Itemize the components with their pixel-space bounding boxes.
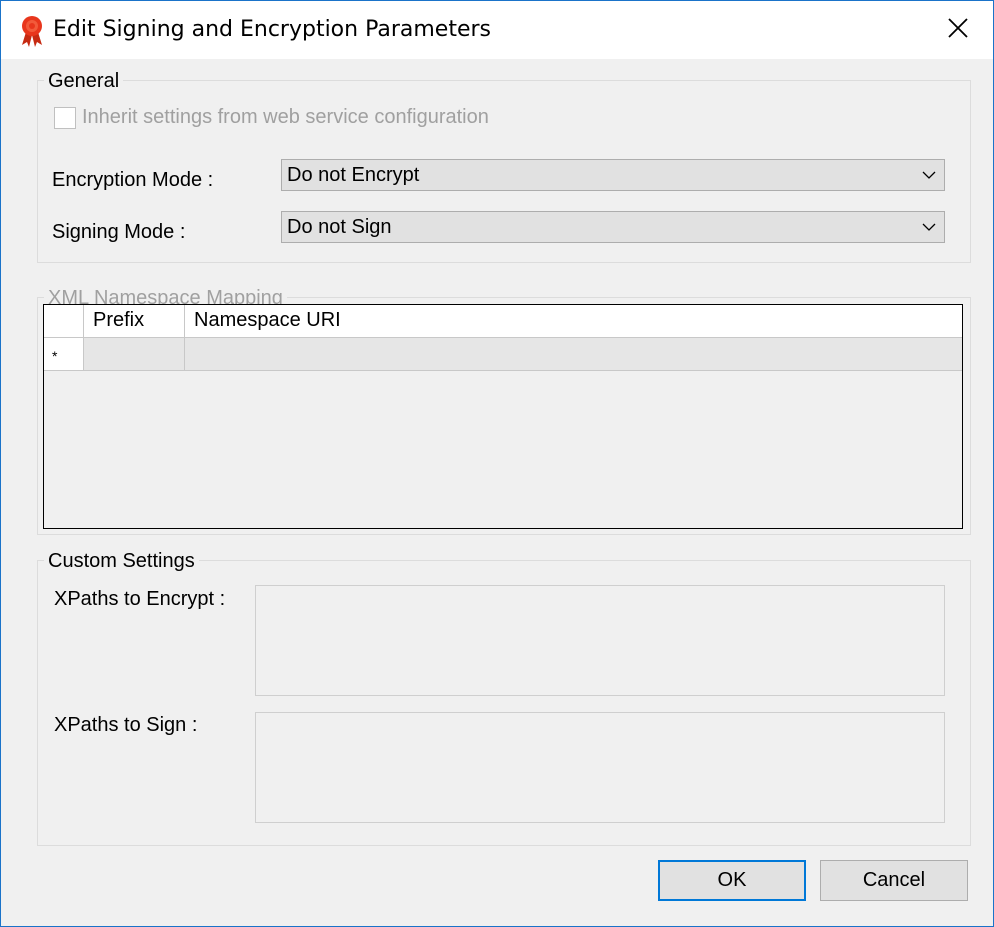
ok-button[interactable]: OK bbox=[658, 860, 806, 901]
column-header-namespace-uri[interactable]: Namespace URI bbox=[185, 305, 962, 337]
chevron-down-icon bbox=[914, 222, 944, 232]
prefix-cell[interactable] bbox=[84, 338, 185, 370]
table-row[interactable]: * bbox=[44, 338, 962, 371]
namespace-grid[interactable]: Prefix Namespace URI * bbox=[43, 304, 963, 529]
column-header-prefix[interactable]: Prefix bbox=[84, 305, 185, 337]
grid-header: Prefix Namespace URI bbox=[44, 305, 962, 338]
xpaths-sign-input[interactable] bbox=[255, 712, 945, 823]
encryption-mode-select[interactable]: Do not Encrypt bbox=[281, 159, 945, 191]
xpaths-sign-label: XPaths to Sign : bbox=[54, 714, 198, 736]
cancel-button[interactable]: Cancel bbox=[820, 860, 968, 901]
general-group-title: General bbox=[44, 70, 124, 92]
encryption-mode-value: Do not Encrypt bbox=[287, 163, 420, 186]
custom-settings-group-title: Custom Settings bbox=[44, 550, 199, 572]
inherit-settings-checkbox[interactable] bbox=[54, 106, 76, 129]
xpaths-encrypt-input[interactable] bbox=[255, 585, 945, 696]
general-group: General Inherit settings from web servic… bbox=[37, 70, 971, 263]
new-row-marker: * bbox=[44, 338, 84, 370]
dialog-window: Edit Signing and Encryption Parameters G… bbox=[0, 0, 994, 927]
inherit-settings-label: Inherit settings from web service config… bbox=[82, 106, 489, 128]
xpaths-encrypt-label: XPaths to Encrypt : bbox=[54, 588, 226, 610]
ribbon-seal-icon bbox=[17, 14, 47, 48]
window-title: Edit Signing and Encryption Parameters bbox=[53, 17, 492, 42]
title-bar[interactable]: Edit Signing and Encryption Parameters bbox=[1, 1, 993, 59]
signing-mode-value: Do not Sign bbox=[287, 215, 392, 238]
close-button[interactable] bbox=[923, 1, 993, 59]
custom-settings-group: Custom Settings XPaths to Encrypt : XPat… bbox=[37, 550, 971, 846]
signing-mode-label: Signing Mode : bbox=[52, 221, 186, 243]
signing-mode-select[interactable]: Do not Sign bbox=[281, 211, 945, 243]
namespace-uri-cell[interactable] bbox=[185, 338, 962, 370]
row-header-corner bbox=[44, 305, 84, 337]
chevron-down-icon bbox=[914, 170, 944, 180]
close-icon bbox=[947, 17, 969, 44]
inherit-settings-row: Inherit settings from web service config… bbox=[54, 106, 489, 129]
encryption-mode-label: Encryption Mode : bbox=[52, 169, 214, 191]
